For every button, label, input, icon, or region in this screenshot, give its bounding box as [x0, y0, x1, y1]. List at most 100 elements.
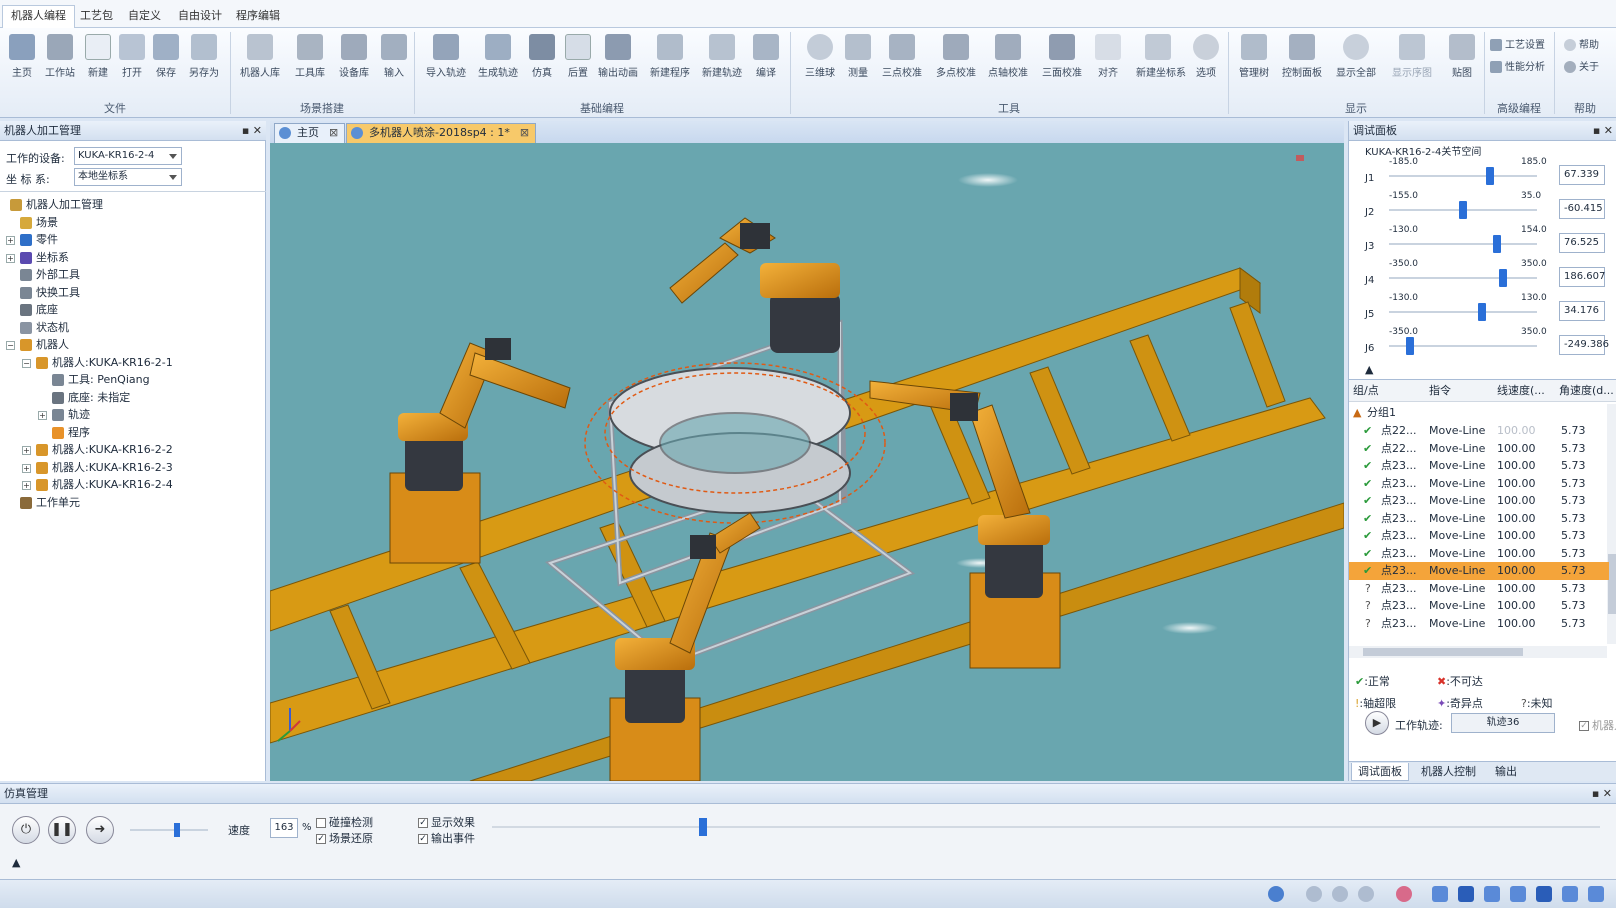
table-h-scrollbar[interactable]	[1349, 646, 1607, 658]
joint-slider-thumb[interactable]	[1498, 269, 1507, 287]
table-row[interactable]: ✔ 点23... Move-Line 100.00 5.73	[1349, 492, 1609, 510]
view-back-icon[interactable]	[1536, 886, 1552, 902]
table-row[interactable]: ✔ 点23... Move-Line 100.00 5.73	[1349, 475, 1609, 493]
work-track-select[interactable]: 轨迹36	[1451, 713, 1555, 733]
device-select[interactable]: KUKA-KR16-2-4	[74, 147, 182, 165]
tree-expand-toggle[interactable]: −	[22, 358, 31, 368]
speed-input[interactable]: 163	[270, 818, 298, 838]
view-left-icon[interactable]	[1484, 886, 1500, 902]
input-button[interactable]: 输入	[372, 32, 416, 88]
generate-track-button[interactable]: 生成轨迹	[476, 32, 520, 88]
point-axis-calibrate-button[interactable]: 点轴校准	[986, 32, 1030, 88]
timeline-slider-thumb[interactable]	[698, 818, 707, 836]
new-program-button[interactable]: 新建程序	[648, 32, 692, 88]
import-track-button[interactable]: 导入轨迹	[424, 32, 468, 88]
coord-system-select[interactable]: 本地坐标系	[74, 168, 182, 186]
table-row[interactable]: ✔ 点23... Move-Line 100.00 5.73	[1349, 457, 1609, 475]
tree-expand-toggle[interactable]: +	[6, 253, 15, 263]
tree-expand-toggle[interactable]: −	[6, 341, 15, 350]
tree-node[interactable]: 机器人:KUKA-KR16-2-4	[36, 476, 173, 494]
tree-expand-toggle[interactable]: +	[22, 481, 31, 490]
show-sequence-button[interactable]: 显示序图	[1390, 32, 1434, 88]
about-button[interactable]: 关于	[1564, 58, 1599, 76]
compile-button[interactable]: 编译	[744, 32, 788, 88]
col-header-angular-speed[interactable]: 角速度(d...	[1555, 380, 1616, 402]
post-process-button[interactable]: 后置	[556, 32, 600, 88]
tab-program-edit[interactable]: 程序编辑	[228, 6, 288, 28]
tree-expand-toggle[interactable]: +	[22, 463, 31, 473]
tree-node[interactable]: 外部工具	[20, 266, 80, 284]
tree-node[interactable]: 场景	[20, 214, 58, 232]
pause-button[interactable]: ❚❚	[48, 816, 76, 844]
tree-expand-toggle[interactable]: +	[22, 446, 31, 455]
tree-node[interactable]: 机器人:KUKA-KR16-2-2	[36, 441, 173, 459]
save-as-button[interactable]: 另存为	[182, 32, 226, 88]
collision-detect-checkbox[interactable]: 碰撞检测	[316, 814, 373, 830]
performance-analysis-button[interactable]: 性能分析	[1490, 58, 1545, 76]
speed-slider-track[interactable]	[130, 823, 208, 837]
tab-home[interactable]: 主页 ⊠	[274, 123, 346, 143]
view-bottom-icon[interactable]	[1562, 886, 1578, 902]
joint-value-input[interactable]: 186.607	[1559, 267, 1605, 287]
tree-node[interactable]: 机器人加工管理	[10, 196, 103, 214]
table-row[interactable]: ✔ 点23... Move-Line 100.00 5.73	[1349, 510, 1609, 528]
table-row[interactable]: ? 点23... Move-Line 100.00 5.73	[1349, 615, 1609, 633]
align-button[interactable]: 对齐	[1086, 32, 1130, 88]
tree-node[interactable]: 状态机	[20, 319, 69, 337]
tree-node[interactable]: 零件	[20, 231, 58, 249]
tree-node[interactable]: 工具: PenQiang	[52, 371, 150, 389]
tab-output[interactable]: 输出	[1489, 763, 1523, 781]
table-row[interactable]: ✔ 点22... Move-Line 100.00 5.73	[1349, 422, 1609, 440]
col-header-command[interactable]: 指令	[1425, 380, 1493, 402]
tool-library-button[interactable]: 工具库	[288, 32, 332, 88]
joint-slider-thumb[interactable]	[1485, 167, 1494, 185]
joint-slider-track[interactable]	[1389, 243, 1537, 245]
table-row[interactable]: ✔ 点23... Move-Line 100.00 5.73	[1349, 527, 1609, 545]
show-all-button[interactable]: 显示全部	[1334, 32, 1378, 88]
tab-process-package[interactable]: 工艺包	[72, 6, 121, 28]
view-front-icon[interactable]	[1432, 886, 1448, 902]
eye-icon[interactable]	[1268, 886, 1284, 902]
pin-close-icons[interactable]: ▪ ✕	[1593, 121, 1613, 141]
tree-node[interactable]: 轨迹	[52, 406, 90, 424]
table-row[interactable]: ✔ 点23... Move-Line 100.00 5.73	[1349, 545, 1609, 563]
help-button[interactable]: 帮助	[1564, 36, 1599, 54]
tree-node[interactable]: 机器人	[20, 336, 69, 354]
joint-value-input[interactable]: 67.339	[1559, 165, 1605, 185]
col-header-point[interactable]: 组/点	[1349, 380, 1425, 402]
zoom-icon[interactable]	[1306, 886, 1322, 902]
joint-slider-track[interactable]	[1389, 277, 1537, 279]
process-settings-button[interactable]: 工艺设置	[1490, 36, 1545, 54]
pin-close-icons[interactable]: ▪ ✕	[242, 121, 262, 141]
zoom-out-icon[interactable]	[1358, 886, 1374, 902]
joint-value-input[interactable]: 76.525	[1559, 233, 1605, 253]
joint-slider-thumb[interactable]	[1493, 235, 1502, 253]
new-coordinate-system-button[interactable]: 新建坐标系	[1136, 32, 1186, 88]
tab-free-design[interactable]: 自由设计	[170, 6, 230, 28]
pin-close-icons[interactable]: ▪ ✕	[1592, 784, 1612, 804]
3d-viewport[interactable]	[270, 143, 1344, 781]
texture-button[interactable]: 贴图	[1440, 32, 1484, 88]
three-face-calibrate-button[interactable]: 三面校准	[1040, 32, 1084, 88]
play-track-button[interactable]: ▶	[1365, 711, 1389, 735]
timeline-slider-track[interactable]	[492, 818, 1600, 836]
close-icon[interactable]: ⊠	[520, 126, 529, 139]
power-button[interactable]: ⏻	[12, 816, 40, 844]
tab-custom[interactable]: 自定义	[120, 6, 169, 28]
view-right-icon[interactable]	[1510, 886, 1526, 902]
joint-slider-thumb[interactable]	[1478, 303, 1487, 321]
table-row[interactable]: ? 点23... Move-Line 100.00 5.73	[1349, 580, 1609, 598]
joint-value-input[interactable]: -60.415	[1559, 199, 1605, 219]
joint-slider-track[interactable]	[1389, 175, 1537, 177]
tree-node[interactable]: 坐标系	[20, 249, 69, 267]
tab-multi-robot-spraying[interactable]: 多机器人喷涂-2018sp4 : 1* ⊠	[346, 123, 537, 143]
tree-node[interactable]: 底座	[20, 301, 58, 319]
zoom-in-icon[interactable]	[1332, 886, 1348, 902]
tree-node[interactable]: 机器人:KUKA-KR16-2-1	[36, 354, 173, 372]
scene-restore-checkbox[interactable]: ✓ 场景还原	[316, 830, 373, 846]
tree-node[interactable]: 工作单元	[20, 494, 80, 512]
tab-robot-control[interactable]: 机器人控制	[1415, 763, 1482, 781]
options-button[interactable]: 选项	[1184, 32, 1228, 88]
table-row[interactable]: ? 点23... Move-Line 100.00 5.73	[1349, 597, 1609, 615]
joint-value-input[interactable]: -249.386	[1559, 335, 1609, 355]
